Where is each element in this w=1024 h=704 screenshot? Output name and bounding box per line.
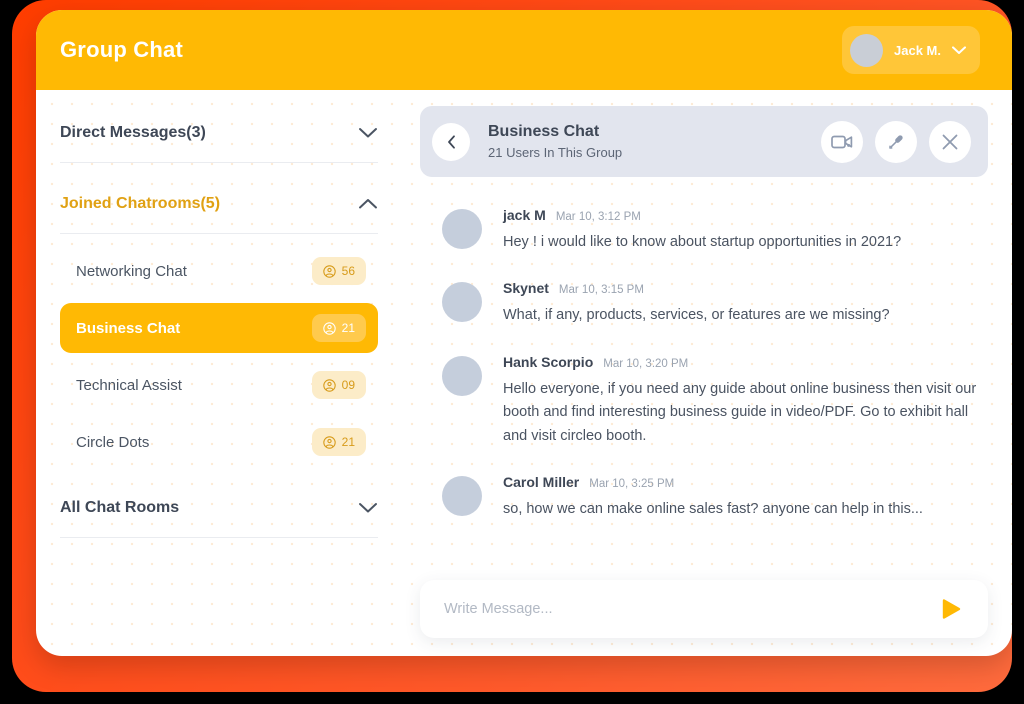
member-count: 21 xyxy=(341,321,355,335)
user-circle-icon xyxy=(322,378,336,392)
member-count: 09 xyxy=(341,378,355,392)
sidebar-item-technical-assist[interactable]: Technical Assist 09 xyxy=(60,360,378,410)
avatar xyxy=(442,355,482,396)
message-meta: Carol Miller Mar 10, 3:25 PM xyxy=(503,474,982,490)
sidebar-section-direct-messages[interactable]: Direct Messages(3) xyxy=(60,114,378,148)
message-meta: Skynet Mar 10, 3:15 PM xyxy=(503,280,982,296)
send-triangle-icon xyxy=(942,599,961,619)
sidebar-section-joined-chatrooms[interactable]: Joined Chatrooms(5) xyxy=(60,185,378,219)
member-count-badge: 21 xyxy=(311,314,366,342)
message-author: jack M xyxy=(503,207,546,223)
divider xyxy=(60,162,378,163)
message-timestamp: Mar 10, 3:25 PM xyxy=(589,478,675,491)
avatar xyxy=(442,282,482,323)
voice-record-button[interactable] xyxy=(875,120,917,163)
message-item: Skynet Mar 10, 3:15 PM What, if any, pro… xyxy=(442,280,982,327)
chat-title: Business Chat xyxy=(488,122,600,140)
message-timestamp: Mar 10, 3:12 PM xyxy=(555,211,641,223)
chevron-down-icon[interactable] xyxy=(358,127,378,139)
message-body: Hank Scorpio Mar 10, 3:20 PM Hello every… xyxy=(503,354,982,448)
member-count-badge: 56 xyxy=(311,257,366,285)
chat-subtitle: 21 Users In This Group xyxy=(488,144,623,160)
list-item-label: Business Chat xyxy=(76,319,181,337)
user-circle-icon xyxy=(322,321,336,335)
avatar xyxy=(850,33,884,67)
divider xyxy=(60,537,378,538)
app-card: Group Chat Jack M. Direct Messages(3) Jo… xyxy=(36,10,1012,656)
list-item-label: Circle Dots xyxy=(76,433,150,451)
message-meta: jack M Mar 10, 3:12 PM xyxy=(503,207,982,223)
message-item: Carol Miller Mar 10, 3:25 PM so, how we … xyxy=(442,474,982,521)
member-count: 21 xyxy=(341,435,355,449)
chat-panel: Business Chat 21 Users In This Group jac… xyxy=(402,90,1012,656)
page-title: Group Chat xyxy=(60,37,183,62)
message-input[interactable] xyxy=(444,601,934,617)
avatar xyxy=(442,476,482,517)
message-item: jack M Mar 10, 3:12 PM Hey ! i would lik… xyxy=(442,207,982,254)
back-button[interactable] xyxy=(432,122,470,161)
user-circle-icon xyxy=(322,435,336,449)
chatroom-list: Networking Chat 56 Business Chat 21 Tech… xyxy=(60,246,378,467)
sidebar-section-label: All Chat Rooms xyxy=(60,499,180,516)
list-item-label: Networking Chat xyxy=(76,262,187,280)
video-call-button[interactable] xyxy=(821,120,863,163)
message-item: Hank Scorpio Mar 10, 3:20 PM Hello every… xyxy=(442,354,982,448)
message-author: Skynet xyxy=(503,280,549,297)
message-meta: Hank Scorpio Mar 10, 3:20 PM xyxy=(503,354,982,370)
sidebar-section-all-chat-rooms[interactable]: All Chat Rooms xyxy=(60,489,378,523)
message-author: Carol Miller xyxy=(503,474,580,491)
member-count-badge: 21 xyxy=(311,428,366,456)
chevron-left-icon xyxy=(447,134,455,149)
sidebar-item-circle-dots[interactable]: Circle Dots 21 xyxy=(60,417,378,467)
user-menu-button[interactable]: Jack M. xyxy=(842,26,980,74)
divider xyxy=(60,233,378,234)
message-text: Hey ! i would like to know about startup… xyxy=(503,234,902,250)
app-header: Group Chat Jack M. xyxy=(36,10,1012,90)
message-text: Hello everyone, if you need any guide ab… xyxy=(503,380,977,444)
message-author: Hank Scorpio xyxy=(503,353,594,370)
message-text: so, how we can make online sales fast? a… xyxy=(503,501,923,518)
sidebar-item-business-chat[interactable]: Business Chat 21 xyxy=(60,303,378,353)
composer-area xyxy=(420,580,988,656)
app-outer-frame: Group Chat Jack M. Direct Messages(3) Jo… xyxy=(12,0,1012,692)
sidebar: Direct Messages(3) Joined Chatrooms(5) N… xyxy=(36,90,402,656)
message-timestamp: Mar 10, 3:20 PM xyxy=(603,357,689,370)
list-item-label: Technical Assist xyxy=(76,376,182,394)
close-chat-button[interactable] xyxy=(929,120,971,163)
sidebar-item-networking-chat[interactable]: Networking Chat 56 xyxy=(60,246,378,296)
member-count-badge: 09 xyxy=(311,371,366,399)
send-button[interactable] xyxy=(934,592,968,626)
chevron-up-icon[interactable] xyxy=(358,198,378,210)
message-timestamp: Mar 10, 3:15 PM xyxy=(558,284,644,297)
app-body: Direct Messages(3) Joined Chatrooms(5) N… xyxy=(36,90,1012,656)
close-icon xyxy=(942,134,958,149)
message-composer xyxy=(420,580,988,638)
user-name-label: Jack M. xyxy=(894,42,941,58)
member-count: 56 xyxy=(341,264,355,278)
video-camera-icon xyxy=(831,135,853,148)
chevron-down-icon[interactable] xyxy=(358,502,378,514)
message-text: What, if any, products, services, or fea… xyxy=(503,307,890,324)
message-body: Skynet Mar 10, 3:15 PM What, if any, pro… xyxy=(503,280,982,327)
chat-header-text: Business Chat 21 Users In This Group xyxy=(488,121,821,162)
avatar xyxy=(442,209,482,249)
message-body: Carol Miller Mar 10, 3:25 PM so, how we … xyxy=(503,474,982,521)
message-body: jack M Mar 10, 3:12 PM Hey ! i would lik… xyxy=(503,207,982,254)
sidebar-section-label: Direct Messages(3) xyxy=(60,124,206,141)
microphone-icon xyxy=(889,134,903,149)
chevron-down-icon xyxy=(952,45,966,54)
message-list: jack M Mar 10, 3:12 PM Hey ! i would lik… xyxy=(420,177,988,580)
chat-header: Business Chat 21 Users In This Group xyxy=(420,106,988,177)
chat-actions xyxy=(821,120,971,163)
user-circle-icon xyxy=(322,264,336,278)
sidebar-section-label: Joined Chatrooms(5) xyxy=(60,195,221,212)
